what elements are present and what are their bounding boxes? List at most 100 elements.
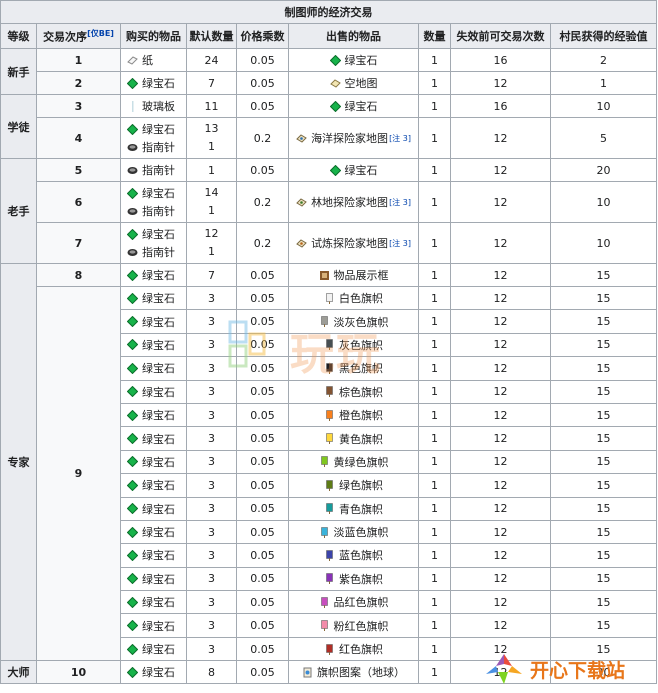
sell-item-link[interactable]: 粉红色旗帜 — [334, 618, 389, 634]
footnote-link[interactable]: [注 3] — [389, 197, 411, 208]
banner-icon — [324, 386, 335, 398]
buy-item-link[interactable]: 绿宝石 — [142, 641, 175, 657]
buy-qty: 3 — [186, 543, 237, 568]
sell-qty: 1 — [418, 285, 451, 311]
header-order-note[interactable]: [仅BE] — [87, 29, 114, 38]
sell-item-link[interactable]: 绿宝石 — [345, 162, 378, 178]
buy-item-link[interactable]: 绿宝石 — [142, 618, 175, 634]
villager-xp: 15 — [549, 449, 658, 475]
header-default-qty: 默认数量 — [186, 23, 237, 49]
banner-icon — [324, 480, 335, 491]
emerald-icon — [126, 269, 139, 281]
buy-item-link[interactable]: 绿宝石 — [142, 121, 175, 137]
sell-item-link[interactable]: 蓝色旗帜 — [339, 547, 383, 563]
buy-item-link[interactable]: 绿宝石 — [142, 501, 175, 517]
buy-item-link[interactable]: 绿宝石 — [142, 571, 175, 587]
sell-item-link[interactable]: 品红色旗帜 — [334, 594, 389, 610]
max-uses: 12 — [450, 543, 551, 568]
buy-item-link[interactable]: 绿宝石 — [142, 431, 175, 447]
sell-item-link[interactable]: 绿宝石 — [345, 52, 378, 68]
villager-xp: 15 — [549, 309, 658, 334]
buy-item-link[interactable]: 指南针 — [142, 162, 175, 178]
villager-xp: 5 — [549, 117, 658, 159]
buy-item-link[interactable]: 绿宝石 — [142, 477, 175, 493]
sell-item-link[interactable]: 淡灰色旗帜 — [334, 314, 389, 330]
buy-item-link[interactable]: 绿宝石 — [142, 314, 175, 330]
sell-item-link[interactable]: 海洋探险家地图 — [311, 130, 388, 146]
buy-item-link[interactable]: 绿宝石 — [142, 547, 175, 563]
sell-item-link[interactable]: 灰色旗帜 — [339, 337, 383, 353]
buy-qty: 3 — [186, 426, 237, 451]
sell-item-link[interactable]: 紫色旗帜 — [339, 571, 383, 587]
sell-item-link[interactable]: 淡蓝色旗帜 — [334, 524, 389, 540]
villager-xp: 15 — [549, 426, 658, 451]
buy-item-link[interactable]: 绿宝石 — [142, 384, 175, 400]
buy-item-link[interactable]: 玻璃板 — [142, 98, 175, 114]
sell-item-link[interactable]: 林地探险家地图 — [311, 194, 388, 210]
sell-item-link[interactable]: 黄绿色旗帜 — [334, 454, 389, 470]
header-max-uses: 失效前可交易次数 — [450, 23, 551, 49]
buy-qty: 3 — [186, 285, 237, 311]
buy-item-link[interactable]: 绿宝石 — [142, 75, 175, 91]
table-row: 专家 8 绿宝石 7 0.05 物品展示框 1 12 15 — [0, 262, 658, 662]
sell-item-link[interactable]: 棕色旗帜 — [339, 384, 383, 400]
sell-qty: 1 — [418, 543, 451, 568]
header-qty: 数量 — [418, 23, 451, 49]
sell-qty: 1 — [418, 356, 451, 381]
sell-item-link[interactable]: 旗帜图案（地球） — [317, 664, 405, 680]
footnote-link[interactable]: [注 3] — [389, 133, 411, 144]
buy-item-link[interactable]: 绿宝石 — [142, 290, 175, 306]
price-mult: 0.05 — [236, 566, 289, 592]
buy-item-link[interactable]: 绿宝石 — [142, 360, 175, 376]
buy-item-link[interactable]: 绿宝石 — [142, 185, 175, 201]
max-uses: 12 — [450, 309, 551, 334]
buy-item-link[interactable]: 绿宝石 — [142, 226, 175, 242]
max-uses: 12 — [450, 613, 551, 638]
buy-item-link[interactable]: 纸 — [142, 52, 153, 68]
sell-item-link[interactable]: 绿色旗帜 — [339, 477, 383, 493]
max-uses: 12 — [450, 285, 551, 311]
price-mult: 0.05 — [236, 332, 289, 358]
sell-item-link[interactable]: 物品展示框 — [334, 267, 389, 283]
buy-item-link[interactable]: 绿宝石 — [142, 267, 175, 283]
emerald-icon — [126, 432, 139, 445]
sell-item-link[interactable]: 绿宝石 — [345, 98, 378, 114]
trade-order: 5 — [36, 158, 121, 182]
villager-xp: 15 — [549, 379, 658, 404]
buy-item-link[interactable]: 绿宝石 — [142, 407, 175, 423]
buy-item-link[interactable]: 绿宝石 — [142, 454, 175, 470]
max-uses: 16 — [450, 94, 551, 118]
sell-item-link[interactable]: 白色旗帜 — [339, 290, 383, 306]
header-level: 等级 — [0, 23, 37, 49]
max-uses: 12 — [450, 496, 551, 521]
buy-item-link[interactable]: 绿宝石 — [142, 664, 175, 680]
sell-qty: 1 — [418, 402, 451, 428]
buy-item-link[interactable]: 绿宝石 — [142, 337, 175, 353]
villager-xp: 15 — [549, 402, 658, 428]
buy-item-link[interactable]: 绿宝石 — [142, 524, 175, 540]
buy-2-qty: 1 — [208, 245, 215, 258]
sell-item-link[interactable]: 黄色旗帜 — [339, 431, 383, 447]
price-mult: 0.05 — [236, 473, 289, 498]
sell-item-link[interactable]: 黑色旗帜 — [339, 360, 383, 376]
emerald-icon — [329, 100, 341, 112]
footnote-link[interactable]: [注 3] — [389, 238, 411, 249]
buy-item-2-link[interactable]: 指南针 — [142, 203, 175, 219]
sell-item-link[interactable]: 空地图 — [345, 75, 378, 91]
buy-item-2-link[interactable]: 指南针 — [142, 139, 175, 155]
buy-item-2-link[interactable]: 指南针 — [142, 244, 175, 260]
glass-pane-icon — [127, 100, 138, 112]
price-mult: 0.05 — [236, 496, 289, 521]
price-mult: 0.05 — [236, 590, 289, 615]
sell-item-link[interactable]: 橙色旗帜 — [339, 407, 383, 423]
sell-item-link[interactable]: 红色旗帜 — [339, 641, 383, 657]
sell-qty: 1 — [418, 590, 451, 615]
sell-qty: 1 — [418, 94, 451, 118]
sell-item-link[interactable]: 试炼探险家地图 — [311, 235, 388, 251]
banner-icon — [319, 620, 330, 632]
sell-item-link[interactable]: 青色旗帜 — [339, 501, 383, 517]
buy-item-link[interactable]: 绿宝石 — [142, 594, 175, 610]
level-novice: 新手 — [0, 48, 37, 95]
villager-xp: 15 — [549, 519, 658, 545]
max-uses: 12 — [450, 660, 551, 685]
